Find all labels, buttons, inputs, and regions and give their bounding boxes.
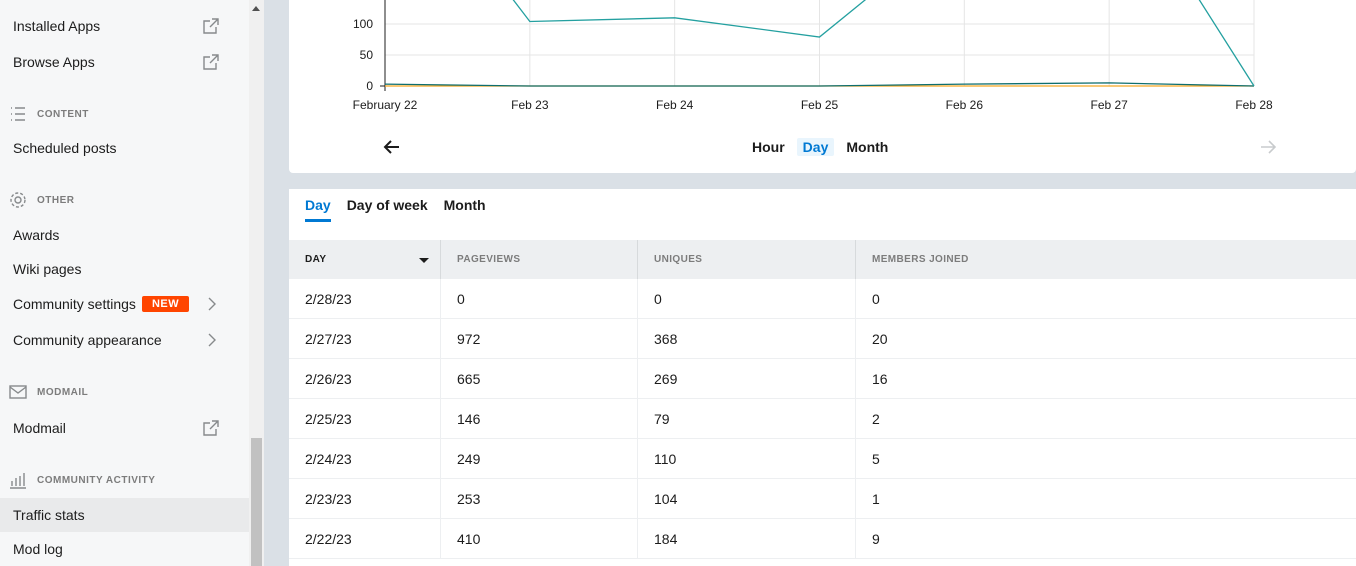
section-header-community-activity: COMMUNITY ACTIVITY (8, 470, 155, 490)
table-row: 2/23/23 253 104 1 (289, 479, 1356, 519)
table-tabs: Day Day of week Month (305, 197, 486, 222)
x-tick-label: Feb 26 (946, 98, 984, 112)
sidebar-item-label: Wiki pages (13, 261, 82, 277)
x-tick-label: Feb 28 (1235, 98, 1273, 112)
x-tick-label: February 22 (353, 98, 418, 112)
table-cell: 665 (441, 359, 638, 399)
sidebar-item-community-appearance[interactable]: Community appearance (0, 323, 249, 357)
section-header-other: OTHER (8, 190, 75, 210)
list-icon (11, 107, 25, 121)
table-cell: 2/28/23 (289, 279, 441, 319)
sidebar-item-label: Scheduled posts (13, 140, 117, 156)
table-cell: 146 (441, 399, 638, 439)
sidebar-item-installed-apps[interactable]: Installed Apps (0, 9, 249, 43)
table-cell: 1 (872, 491, 880, 507)
sidebar-item-label: Browse Apps (13, 54, 95, 70)
table-row: 2/27/23 972 368 20 (289, 319, 1356, 359)
x-tick-label: Feb 24 (656, 98, 694, 112)
column-header-members-joined[interactable]: MEMBERS JOINED (856, 240, 1356, 279)
y-tick-label: 50 (360, 48, 374, 62)
table-cell: 0 (872, 291, 880, 307)
table-cell: 2/24/23 (289, 439, 441, 479)
table-cell: 410 (441, 519, 638, 559)
sort-descending-icon (419, 258, 429, 263)
sidebar-item-label: Community appearance (13, 332, 162, 348)
table-cell: 0 (638, 279, 856, 319)
sidebar-item-label: Mod log (13, 541, 63, 557)
x-tick-label: Feb 25 (801, 98, 839, 112)
scrollbar-thumb[interactable] (251, 438, 262, 566)
chevron-right-icon (208, 333, 216, 347)
table-cell: 20 (872, 331, 888, 347)
table-cell: 368 (638, 319, 856, 359)
table-cell: 2 (872, 411, 880, 427)
table-cell: 5 (872, 451, 880, 467)
table-row: 2/22/23 410 184 9 (289, 519, 1356, 559)
external-link-icon (203, 54, 219, 70)
table-cell: 9 (872, 531, 880, 547)
sidebar-item-scheduled-posts[interactable]: Scheduled posts (0, 131, 249, 165)
bar-chart-icon (10, 473, 26, 489)
x-tick-label: Feb 23 (511, 98, 549, 112)
section-header-content: CONTENT (8, 104, 89, 124)
column-header-day[interactable]: DAY (289, 240, 441, 279)
y-tick-label: 100 (353, 17, 373, 31)
table-cell: 249 (441, 439, 638, 479)
gear-icon (10, 192, 26, 208)
column-header-uniques[interactable]: UNIQUES (638, 240, 856, 279)
table-header-row: DAY PAGEVIEWS UNIQUES MEMBERS JOINED (289, 240, 1356, 279)
sidebar-item-browse-apps[interactable]: Browse Apps (0, 45, 249, 79)
sidebar-item-modmail[interactable]: Modmail (0, 411, 249, 445)
granularity-hour[interactable]: Hour (746, 138, 791, 156)
scroll-up-arrow-icon[interactable] (252, 6, 260, 11)
granularity-selector: Hour Day Month (746, 138, 894, 156)
mail-icon (9, 385, 27, 399)
table-cell: 253 (441, 479, 638, 519)
granularity-day[interactable]: Day (796, 138, 835, 156)
granularity-month[interactable]: Month (840, 138, 894, 156)
traffic-table-card: Day Day of week Month DAY PAGEVIEWS UNIQ… (289, 189, 1356, 566)
column-header-pageviews[interactable]: PAGEVIEWS (441, 240, 638, 279)
external-link-icon (203, 420, 219, 436)
table-cell: 79 (638, 399, 856, 439)
sidebar-item-label: Modmail (13, 420, 66, 436)
x-tick-label: Feb 27 (1090, 98, 1128, 112)
table-cell: 2/22/23 (289, 519, 441, 559)
table-row: 2/28/23 0 0 0 (289, 279, 1356, 319)
sidebar-item-traffic-stats[interactable]: Traffic stats (0, 498, 249, 532)
sidebar: Installed Apps Browse Apps CONTENT Sched… (0, 0, 249, 566)
chevron-right-icon (208, 297, 216, 311)
table-row: 2/24/23 249 110 5 (289, 439, 1356, 479)
table-cell: 184 (638, 519, 856, 559)
table-cell: 2/25/23 (289, 399, 441, 439)
sidebar-item-label: Awards (13, 227, 60, 243)
table-cell: 16 (872, 371, 888, 387)
tab-month[interactable]: Month (444, 197, 486, 222)
table-row: 2/26/23 665 269 16 (289, 359, 1356, 399)
sidebar-item-label: Community settings (13, 296, 136, 312)
new-badge: NEW (141, 296, 190, 312)
table-row: 2/25/23 146 79 2 (289, 399, 1356, 439)
sidebar-item-wiki-pages[interactable]: Wiki pages (0, 252, 249, 286)
section-header-modmail: MODMAIL (8, 382, 88, 402)
table-cell: 2/27/23 (289, 319, 441, 359)
arrow-right-icon[interactable] (1259, 138, 1277, 156)
table-cell: 0 (441, 279, 638, 319)
table-cell: 269 (638, 359, 856, 399)
external-link-icon (203, 18, 219, 34)
y-tick-label: 0 (366, 79, 373, 93)
arrow-left-icon[interactable] (383, 138, 401, 156)
tab-day[interactable]: Day (305, 197, 331, 222)
table-cell: 104 (638, 479, 856, 519)
table-cell: 110 (638, 439, 856, 479)
table-cell: 2/23/23 (289, 479, 441, 519)
sidebar-item-label: Traffic stats (13, 507, 85, 523)
table-cell: 972 (441, 319, 638, 359)
tab-day-of-week[interactable]: Day of week (347, 197, 428, 222)
sidebar-item-mod-log[interactable]: Mod log (0, 532, 249, 566)
sidebar-item-awards[interactable]: Awards (0, 218, 249, 252)
sidebar-item-label: Installed Apps (13, 18, 101, 34)
sidebar-item-community-settings[interactable]: Community settings NEW (0, 287, 249, 321)
table-cell: 2/26/23 (289, 359, 441, 399)
